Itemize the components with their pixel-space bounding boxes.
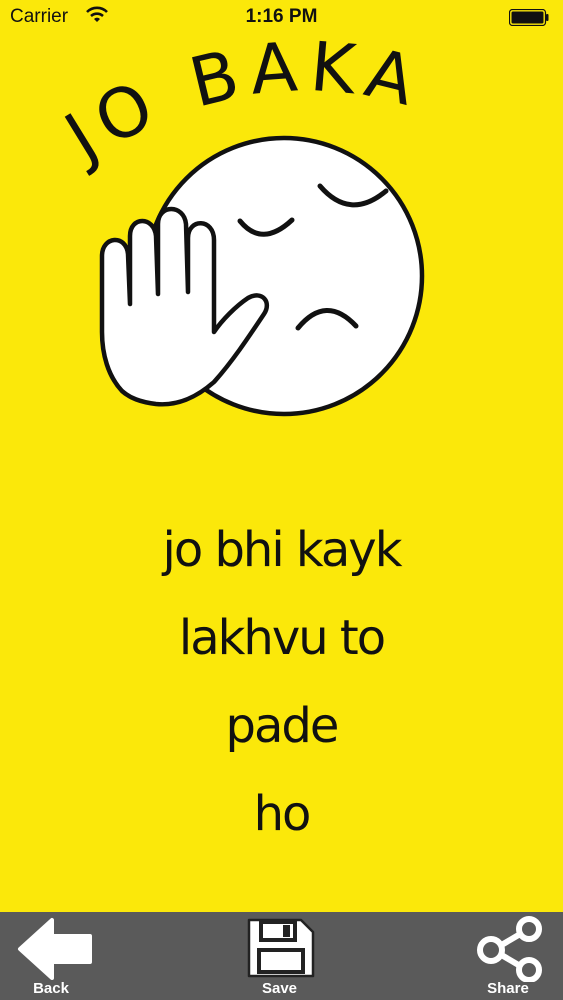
battery-icon bbox=[509, 9, 549, 26]
meme-image: JO BAKA jo bhi kayk lakhvu to pade ho bbox=[0, 36, 563, 912]
caption-line: ho bbox=[253, 786, 312, 842]
caption-line: pade bbox=[225, 698, 340, 754]
facepalm-illustration: JO BAKA bbox=[49, 36, 425, 417]
status-time: 1:16 PM bbox=[245, 6, 318, 27]
caption-line: jo bhi kayk bbox=[162, 522, 402, 578]
floppy-disk-icon bbox=[247, 918, 314, 978]
save-button[interactable]: Save bbox=[225, 912, 335, 1000]
share-button[interactable]: Share bbox=[453, 912, 563, 1000]
back-label: Back bbox=[33, 980, 69, 997]
meme-caption: jo bhi kayk lakhvu to pade ho bbox=[0, 506, 563, 858]
share-icon bbox=[477, 916, 542, 982]
bottom-toolbar: Back Save Share bbox=[0, 912, 563, 1000]
status-bar: Carrier 1:16 PM bbox=[0, 0, 563, 36]
arrow-left-icon bbox=[18, 918, 92, 980]
back-button[interactable]: Back bbox=[0, 912, 106, 1000]
share-label: Share bbox=[487, 980, 529, 997]
save-label: Save bbox=[261, 980, 298, 997]
caption-line: lakhvu to bbox=[178, 610, 386, 666]
